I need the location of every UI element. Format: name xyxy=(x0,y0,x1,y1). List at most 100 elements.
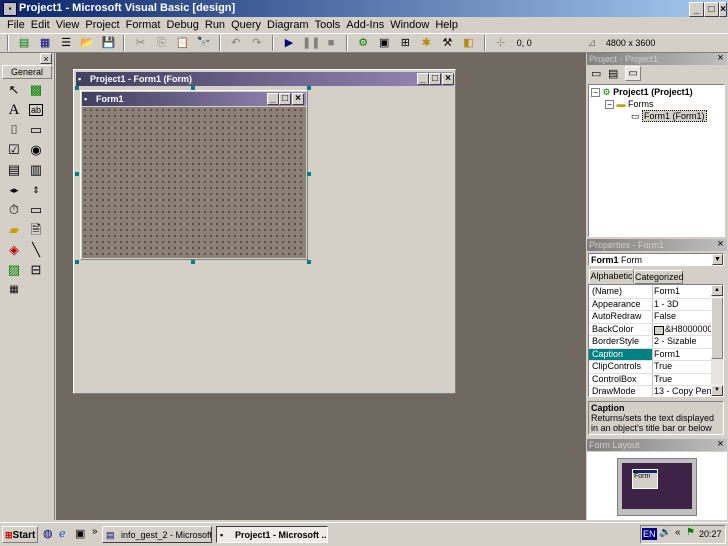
chevron-right-icon[interactable]: » xyxy=(92,526,98,537)
checkbox-icon[interactable]: ☑ xyxy=(3,140,25,160)
line-icon[interactable]: ╲ xyxy=(25,240,47,260)
volume-icon[interactable]: 🔊 xyxy=(659,527,671,538)
start-icon[interactable]: ▶ xyxy=(281,35,297,51)
resize-handle[interactable] xyxy=(75,86,79,90)
menu-addins[interactable]: Add-Ins xyxy=(343,17,387,33)
resize-handle[interactable] xyxy=(75,172,79,176)
tab-alphabetic[interactable]: Alphabetic xyxy=(589,269,634,283)
data-control-icon[interactable]: ⊟ xyxy=(25,260,47,280)
break-icon[interactable]: ❚❚ xyxy=(302,35,320,51)
property-value[interactable]: &H8000000F& xyxy=(665,324,711,335)
resize-handle[interactable] xyxy=(307,260,311,264)
resize-handle[interactable] xyxy=(191,86,195,90)
object-combo[interactable]: Form1 Form ▼ xyxy=(588,253,724,266)
view-code-icon[interactable]: ▭ xyxy=(591,67,601,80)
hscrollbar-icon[interactable]: ◂▸ xyxy=(3,180,25,200)
add-form-icon[interactable]: ▦ xyxy=(37,35,53,51)
ole-icon[interactable]: ▦ xyxy=(3,280,25,300)
cut-icon[interactable]: ✂ xyxy=(132,35,148,51)
end-icon[interactable]: ■ xyxy=(323,35,339,51)
toolbox-tab-general[interactable]: General xyxy=(2,65,52,79)
task-word[interactable]: ▤ info_gest_2 - Microsoft W... xyxy=(102,526,212,543)
properties-window-icon[interactable]: ▣ xyxy=(376,35,392,51)
form-maximize-button[interactable]: □ xyxy=(279,93,291,105)
menu-edit[interactable]: Edit xyxy=(28,17,53,33)
resize-handle[interactable] xyxy=(307,172,311,176)
pointer-icon[interactable]: ↖ xyxy=(3,80,25,100)
form-close-button[interactable]: × xyxy=(292,93,304,105)
tree-project-root[interactable]: − ⚙ Project1 (Project1) xyxy=(591,86,693,98)
form-minimize-button[interactable]: _ xyxy=(267,93,279,105)
menu-help[interactable]: Help xyxy=(432,17,461,33)
lang-indicator[interactable]: EN xyxy=(642,528,657,540)
data-view-icon[interactable]: ◧ xyxy=(461,35,477,51)
scroll-up-icon[interactable]: ▲ xyxy=(711,285,723,296)
property-value[interactable]: Form1 xyxy=(654,286,680,297)
resize-handle[interactable] xyxy=(75,260,79,264)
design-form[interactable]: ▪ Form1 _ □ × xyxy=(80,90,308,260)
property-value[interactable]: False xyxy=(654,311,676,322)
optionbutton-icon[interactable]: ◉ xyxy=(25,140,47,160)
menu-project[interactable]: Project xyxy=(82,17,122,33)
tab-categorized[interactable]: Categorized xyxy=(634,270,684,284)
chevron-left-icon[interactable]: « xyxy=(675,527,681,538)
menu-window[interactable]: Window xyxy=(387,17,432,33)
collapse-icon[interactable]: − xyxy=(605,100,614,109)
property-row[interactable]: DrawMode 13 - Copy Pen xyxy=(589,386,711,396)
menu-editor-icon[interactable]: ☰ xyxy=(58,35,74,51)
menu-diagram[interactable]: Diagram xyxy=(264,17,312,33)
toolbar-grip[interactable] xyxy=(7,35,9,51)
redo-icon[interactable]: ↷ xyxy=(249,35,265,51)
form-title-bar[interactable]: ▪ Form1 _ □ × xyxy=(82,92,306,106)
quicklaunch-show-icon[interactable]: ▣ xyxy=(75,527,85,540)
toolbox-icon[interactable]: ⚒ xyxy=(439,35,455,51)
designer-minimize-button[interactable]: _ xyxy=(417,73,429,85)
form-grid-surface[interactable] xyxy=(82,107,306,258)
listbox-icon[interactable]: ▥ xyxy=(25,160,47,180)
menu-view[interactable]: View xyxy=(53,17,83,33)
property-row[interactable]: AutoRedraw False xyxy=(589,311,711,324)
quicklaunch-ie-icon[interactable]: ℯ xyxy=(59,527,66,540)
open-project-icon[interactable]: 📂 xyxy=(79,35,95,51)
designer-close-button[interactable]: × xyxy=(442,73,454,85)
form-layout-close-icon[interactable]: × xyxy=(715,439,726,450)
paste-icon[interactable]: 📋 xyxy=(175,35,191,51)
network-icon[interactable]: ⚑ xyxy=(686,527,695,538)
dirlistbox-icon[interactable]: ▰ xyxy=(3,220,25,240)
property-value[interactable]: 1 - 3D xyxy=(654,299,679,310)
copy-icon[interactable]: ⎘ xyxy=(154,35,170,51)
tree-forms-folder[interactable]: − ▬ Forms xyxy=(605,98,654,110)
minimize-button[interactable]: _ xyxy=(689,2,704,17)
filelistbox-icon[interactable]: 🗎 xyxy=(25,220,47,240)
form-layout-icon[interactable]: ⊞ xyxy=(397,35,413,51)
quicklaunch-desktop-icon[interactable]: ◍ xyxy=(43,527,53,540)
property-value[interactable]: True xyxy=(654,361,672,372)
scroll-down-icon[interactable]: ▼ xyxy=(711,385,723,396)
vb-app-icon[interactable]: ▪ xyxy=(3,2,17,16)
textbox-icon[interactable]: ab xyxy=(25,100,47,120)
mini-form[interactable]: Form xyxy=(632,469,658,489)
toggle-folders-icon[interactable]: ▭ xyxy=(625,66,641,81)
grid-scrollbar[interactable]: ▲ ▼ xyxy=(711,285,723,396)
close-button[interactable]: × xyxy=(719,2,727,17)
start-button[interactable]: ⊞Start xyxy=(2,526,38,543)
designer-maximize-button[interactable]: □ xyxy=(429,73,441,85)
scroll-thumb[interactable] xyxy=(711,297,723,359)
property-row[interactable]: BorderStyle 2 - Sizable xyxy=(589,336,711,349)
property-row[interactable]: ClipControls True xyxy=(589,361,711,374)
task-vb[interactable]: ▪ Project1 - Microsoft ... xyxy=(216,526,328,543)
property-value[interactable]: 2 - Sizable xyxy=(654,336,697,347)
tree-form-item[interactable]: ▭ Form1 (Form1) xyxy=(631,110,707,122)
properties-close-icon[interactable]: × xyxy=(715,239,726,250)
label-icon[interactable]: A xyxy=(3,100,25,120)
menu-format[interactable]: Format xyxy=(123,17,164,33)
menu-debug[interactable]: Debug xyxy=(163,17,201,33)
resize-handle[interactable] xyxy=(191,260,195,264)
combobox-icon[interactable]: ▤ xyxy=(3,160,25,180)
menu-tools[interactable]: Tools xyxy=(312,17,344,33)
menu-run[interactable]: Run xyxy=(202,17,228,33)
chevron-down-icon[interactable]: ▼ xyxy=(712,254,723,265)
property-row[interactable]: Appearance 1 - 3D xyxy=(589,299,711,311)
object-browser-icon[interactable]: ✱ xyxy=(418,35,434,51)
view-object-icon[interactable]: ▤ xyxy=(608,67,618,80)
